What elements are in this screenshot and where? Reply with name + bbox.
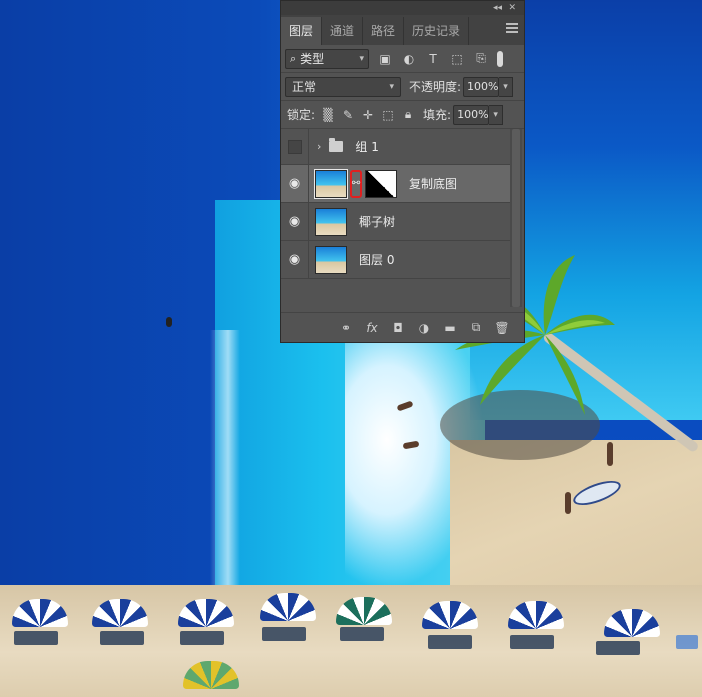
layers-panel: ◂◂ ✕ 图层 通道 路径 历史记录 ⌕ 类型 ▾ ▣ ◐ T ⬚ ⎘ 正常 ▾…: [280, 0, 525, 343]
panel-title-strip[interactable]: ◂◂ ✕: [281, 1, 524, 15]
tab-paths[interactable]: 路径: [363, 17, 405, 45]
umbrella: [422, 601, 478, 629]
layer-thumbnail[interactable]: [314, 168, 348, 199]
layer-name: 复制底图: [409, 177, 458, 191]
opacity-label: 不透明度:: [409, 80, 462, 94]
delete-layer-icon[interactable]: 🗑︎: [494, 320, 510, 336]
umbrella: [12, 599, 68, 627]
blend-mode-select[interactable]: 正常 ▾: [285, 76, 401, 97]
add-mask-icon[interactable]: ◘: [390, 320, 406, 336]
adjustment-layer-icon[interactable]: ◑: [416, 320, 432, 336]
tab-layers[interactable]: 图层: [281, 17, 323, 45]
chevron-down-icon: ▾: [359, 53, 364, 64]
scrollbar-thumb[interactable]: [512, 129, 520, 307]
umbrella: [260, 593, 316, 621]
beach-chairs: [14, 631, 58, 645]
beach-chairs: [676, 635, 698, 649]
image-filter-icon[interactable]: ▣: [377, 51, 393, 67]
opacity-dropdown-icon[interactable]: ▾: [499, 76, 514, 97]
visibility-toggle[interactable]: [281, 128, 309, 165]
layer-row-selected[interactable]: ◉ ⚯ 复制底图: [281, 164, 510, 203]
layer-thumbnail[interactable]: [315, 245, 347, 274]
fill-input[interactable]: 100%: [453, 104, 490, 125]
text-filter-icon[interactable]: T: [425, 51, 441, 67]
beach-chairs: [180, 631, 224, 645]
beach-chairs: [596, 641, 640, 655]
search-icon: ⌕: [290, 51, 297, 65]
layer-name: 椰子树: [359, 215, 396, 229]
tab-history[interactable]: 历史记录: [404, 17, 470, 45]
umbrella: [336, 597, 392, 625]
scrollbar[interactable]: [510, 129, 522, 307]
beach-chairs: [262, 627, 306, 641]
chevron-right-icon[interactable]: ›: [317, 140, 321, 153]
sand-area: [450, 440, 702, 590]
beach-person: [607, 442, 613, 466]
fx-icon[interactable]: fx: [364, 320, 380, 336]
layers-bottom-toolbar: ⚭ fx ◘ ◑ ▬ ⧉ 🗑︎: [281, 312, 524, 342]
filter-row: ⌕ 类型 ▾ ▣ ◐ T ⬚ ⎘: [281, 45, 524, 73]
close-panel-icon[interactable]: ✕: [508, 1, 516, 15]
umbrella: [92, 599, 148, 627]
lock-row: 锁定: ▒ ✎ ✛ ⬚ 🔒︎ 填充: 100% ▾: [281, 101, 524, 129]
beach-person: [565, 492, 571, 514]
panel-tabs: 图层 通道 路径 历史记录: [281, 15, 524, 45]
mask-link-icon[interactable]: ⚯: [350, 169, 362, 198]
beach-chairs: [510, 635, 554, 649]
swimmer: [166, 317, 172, 327]
tab-channels[interactable]: 通道: [322, 17, 364, 45]
opacity-input[interactable]: 100%: [463, 76, 500, 97]
beach-chairs: [340, 627, 384, 641]
chevron-down-icon: ▾: [389, 81, 394, 92]
beach-chairs: [100, 631, 144, 645]
lock-all-icon[interactable]: 🔒︎: [401, 107, 415, 122]
lock-transparent-icon[interactable]: ▒: [321, 108, 335, 122]
eye-icon[interactable]: ◉: [281, 202, 309, 241]
layer-filter-select[interactable]: ⌕ 类型 ▾: [285, 48, 369, 69]
lock-move-icon[interactable]: ✛: [361, 108, 375, 122]
umbrella: [178, 599, 234, 627]
link-layers-icon[interactable]: ⚭: [338, 320, 354, 336]
layer-name: 图层 0: [359, 253, 395, 267]
shape-filter-icon[interactable]: ⬚: [449, 51, 465, 67]
lock-artboard-icon[interactable]: ⬚: [381, 108, 395, 122]
adjustment-filter-icon[interactable]: ◐: [401, 51, 417, 67]
umbrella: [604, 609, 660, 637]
beach-chairs: [428, 635, 472, 649]
fill-label: 填充:: [423, 108, 452, 122]
new-group-icon[interactable]: ▬: [442, 320, 458, 336]
beach-strip: [0, 585, 702, 697]
fill-dropdown-icon[interactable]: ▾: [489, 104, 504, 125]
layer-mask-thumbnail[interactable]: [365, 169, 397, 198]
blend-row: 正常 ▾ 不透明度: 100% ▾: [281, 73, 524, 101]
smart-object-filter-icon[interactable]: ⎘: [473, 51, 489, 67]
layer-name: 组 1: [355, 140, 379, 154]
panel-menu-icon[interactable]: [506, 23, 518, 33]
collapse-panel-icon[interactable]: ◂◂: [493, 1, 502, 15]
filter-toggle[interactable]: [497, 50, 503, 67]
blend-mode-value: 正常: [292, 80, 317, 94]
layer-row-group[interactable]: › 组 1: [281, 128, 510, 165]
layer-row[interactable]: ◉ 椰子树: [281, 202, 510, 241]
layer-thumbnail[interactable]: [315, 207, 347, 236]
lock-label: 锁定:: [287, 108, 316, 122]
new-layer-icon[interactable]: ⧉: [468, 320, 484, 336]
layers-list: › 组 1 ◉ ⚯ 复制底图 ◉ 椰子树 ◉ 图层 0: [281, 128, 524, 307]
hidden-visibility-box: [287, 139, 302, 154]
layer-row[interactable]: ◉ 图层 0: [281, 240, 510, 279]
eye-icon[interactable]: ◉: [281, 240, 309, 279]
filter-type-label: 类型: [300, 52, 325, 66]
lock-brush-icon[interactable]: ✎: [341, 108, 355, 122]
folder-icon: [329, 138, 344, 152]
eye-icon[interactable]: ◉: [281, 164, 309, 203]
umbrella: [508, 601, 564, 629]
surf-foam: [210, 330, 240, 590]
umbrella: [183, 661, 239, 689]
